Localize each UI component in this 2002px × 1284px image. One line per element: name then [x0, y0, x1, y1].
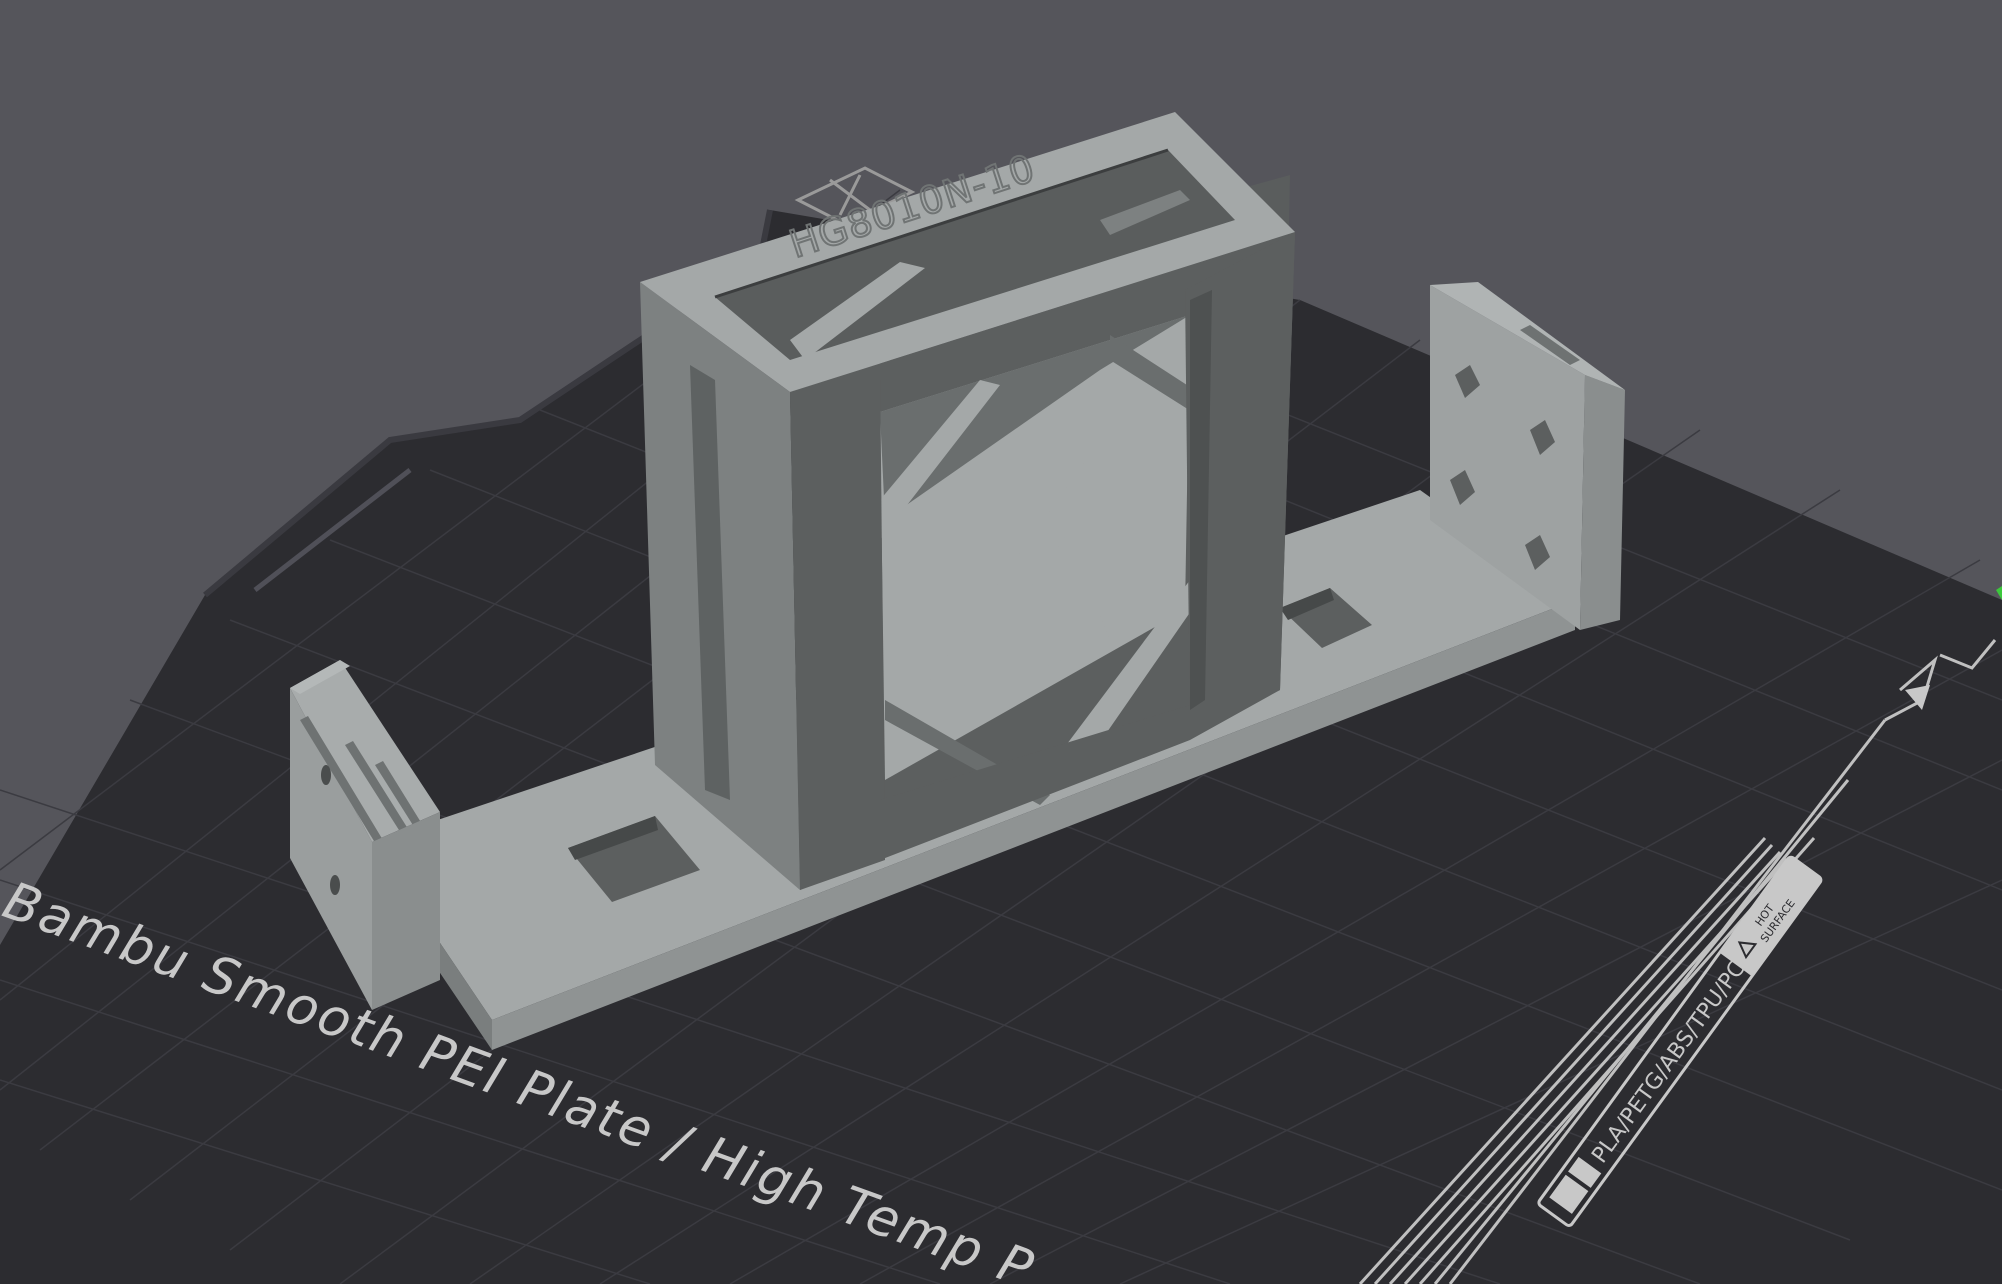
cage-front-post-left: [790, 362, 885, 890]
3d-viewport[interactable]: PLA/PETG/ABS/TPU/PC HOT SURFACE Bambu Sm…: [0, 0, 2002, 1284]
right-bracket-side: [1580, 375, 1625, 630]
left-bracket-inner: [372, 812, 440, 1010]
